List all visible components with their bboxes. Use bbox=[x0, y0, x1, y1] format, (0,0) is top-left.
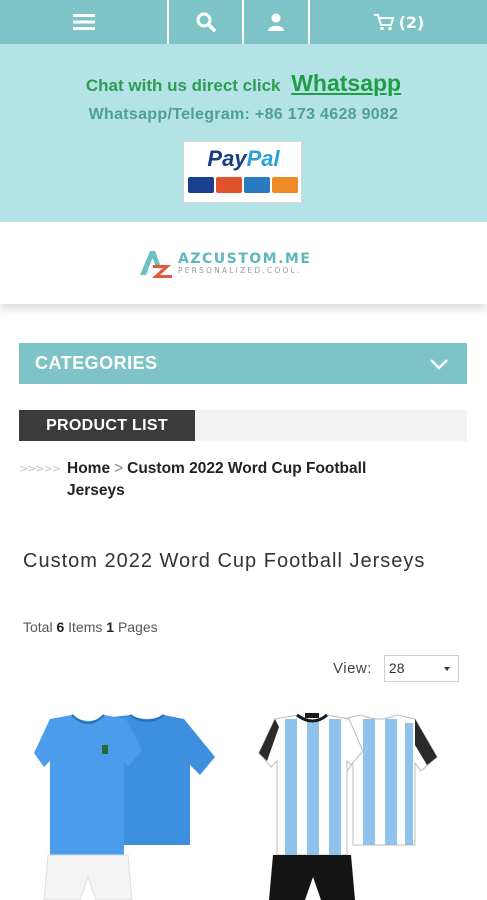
breadcrumb-arrows-icon: >>>>> bbox=[19, 462, 61, 475]
items-count: 6 bbox=[56, 619, 65, 635]
logo-tagline: PERSONALIZED.COOL. bbox=[178, 266, 302, 275]
whatsapp-link[interactable]: Whatsapp bbox=[291, 70, 401, 96]
search-icon bbox=[196, 12, 216, 32]
amex-icon bbox=[244, 177, 270, 193]
pages-label: Pages bbox=[117, 619, 158, 635]
total-label: Total bbox=[23, 619, 53, 635]
account-button[interactable] bbox=[244, 0, 310, 44]
cart-icon bbox=[373, 14, 394, 31]
site-logo[interactable]: AZCUSTOM.ME PERSONALIZED.COOL. bbox=[138, 246, 311, 280]
view-selected-value: 28 bbox=[388, 660, 405, 676]
product-image-striped-jersey bbox=[258, 713, 438, 900]
contact-banner: Chat with us direct click Whatsapp Whats… bbox=[0, 44, 487, 222]
discover-icon bbox=[272, 177, 298, 193]
view-label: View: bbox=[333, 660, 372, 677]
items-label: Items bbox=[68, 619, 103, 635]
view-select[interactable]: 28 bbox=[383, 655, 459, 682]
chevron-down-icon bbox=[430, 358, 448, 370]
product-card-1[interactable] bbox=[32, 705, 220, 900]
product-image-blue-jersey bbox=[34, 714, 215, 900]
product-list-bar: PRODUCT LIST bbox=[19, 410, 467, 441]
telegram-text: Whatsapp/Telegram: +86 173 4628 9082 bbox=[88, 106, 399, 123]
caret-down-icon bbox=[443, 667, 450, 671]
menu-button[interactable] bbox=[0, 0, 169, 44]
cart-count: (2) bbox=[398, 12, 425, 32]
chat-line: Chat with us direct click Whatsapp bbox=[0, 70, 487, 97]
logo-band: AZCUSTOM.ME PERSONALIZED.COOL. bbox=[0, 222, 487, 304]
product-card-2[interactable] bbox=[255, 705, 440, 900]
chat-text: Chat with us direct click bbox=[85, 76, 281, 95]
categories-toggle[interactable]: CATEGORIES bbox=[19, 343, 467, 384]
product-list-label: PRODUCT LIST bbox=[19, 410, 195, 441]
breadcrumb-home[interactable]: Home bbox=[67, 460, 110, 477]
paypal-badge: PayPal bbox=[183, 141, 302, 203]
paypal-logo: PayPal bbox=[207, 146, 280, 171]
breadcrumb-current: Custom 2022 Word Cup Football Jerseys bbox=[67, 460, 367, 499]
mastercard-icon bbox=[216, 177, 242, 193]
view-control: View: 28 bbox=[333, 655, 459, 682]
categories-label: CATEGORIES bbox=[35, 353, 158, 373]
user-icon bbox=[268, 13, 284, 31]
breadcrumb-separator: > bbox=[114, 460, 124, 477]
page-title: Custom 2022 Word Cup Football Jerseys bbox=[23, 550, 426, 572]
cart-button[interactable]: (2) bbox=[310, 0, 487, 44]
top-nav: (2) bbox=[0, 0, 487, 44]
search-button[interactable] bbox=[169, 0, 244, 44]
az-logo-icon bbox=[140, 251, 172, 278]
pages-count: 1 bbox=[106, 619, 115, 635]
menu-icon bbox=[72, 14, 95, 30]
logo-name: AZCUSTOM.ME bbox=[178, 251, 312, 267]
card-logos bbox=[188, 177, 298, 193]
results-summary: Total 6 Items 1 Pages bbox=[23, 619, 158, 635]
visa-icon bbox=[188, 177, 214, 193]
